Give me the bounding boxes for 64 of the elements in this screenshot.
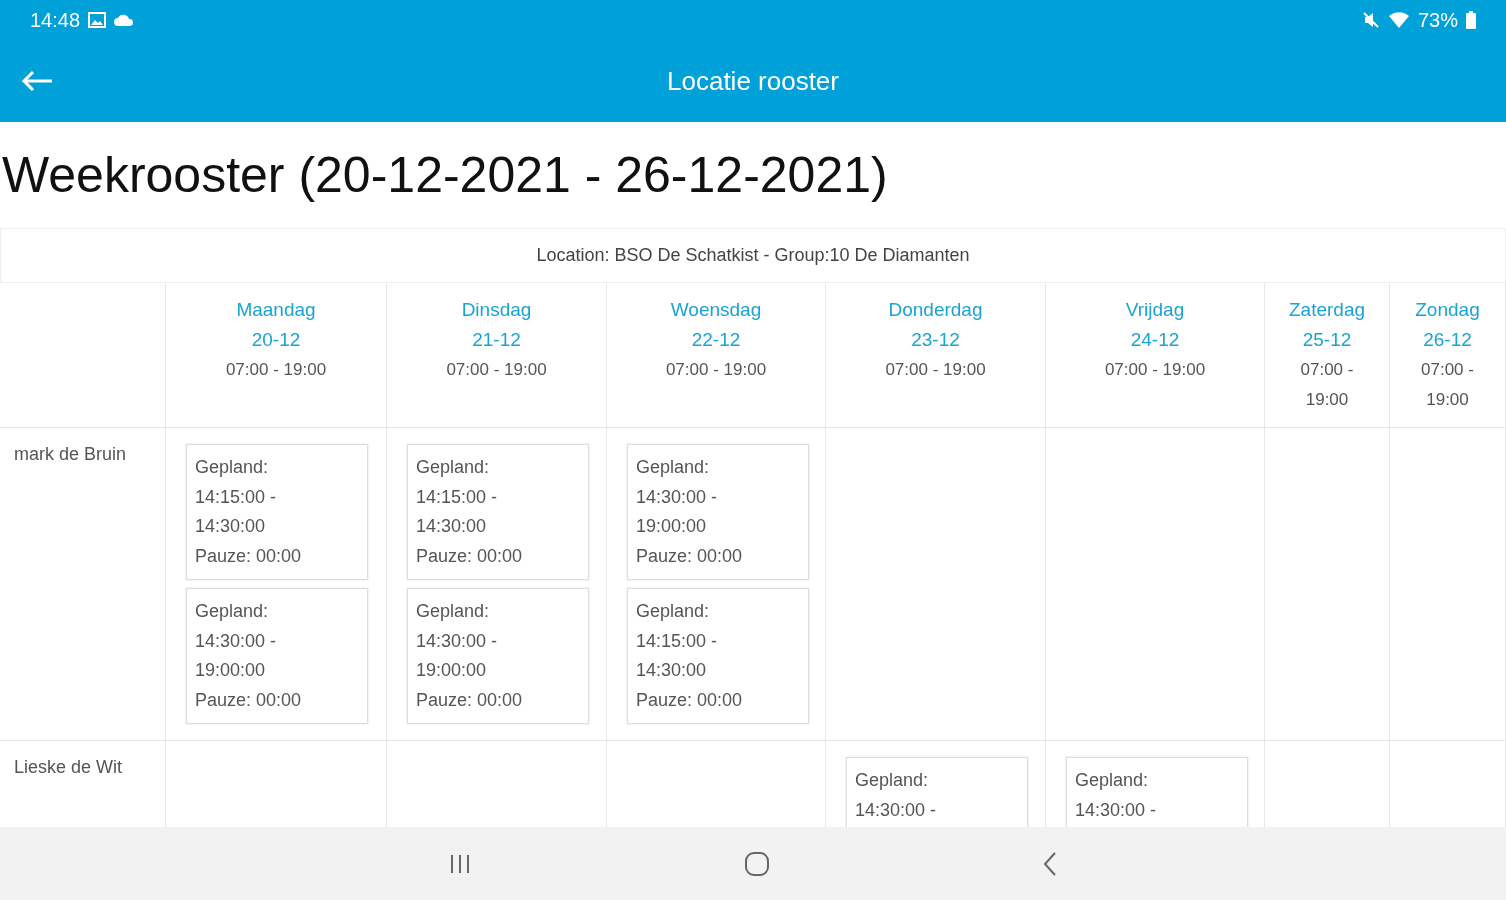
- shift-text: 19:00:00: [195, 659, 267, 682]
- location-label: Location: BSO De Schatkist - Group:10 De Diamanten: [0, 228, 1506, 283]
- shift-text: Gepland:: [855, 769, 930, 792]
- opening-hours: 07:00 - 19:00: [446, 359, 547, 381]
- home-icon: [744, 850, 770, 877]
- page-heading: Weekrooster (20-12-2021 - 26-12-2021): [1, 146, 889, 205]
- day-link[interactable]: Donderdag: [888, 295, 983, 325]
- shift-text: 14:30:00: [195, 515, 267, 538]
- shift-text: 14:15:00 -: [416, 485, 499, 509]
- shift-text: 14:30:00 -: [636, 485, 719, 509]
- battery-icon: [1466, 11, 1476, 29]
- shift-text: Pauze: 00:00: [416, 688, 524, 712]
- shift-text: Pauze: 00:00: [416, 544, 524, 568]
- date-link[interactable]: 25-12: [1302, 325, 1352, 355]
- shift-text: Gepland:: [416, 456, 491, 479]
- shift-text: 14:30:00 -: [1075, 798, 1158, 822]
- shift-text: 14:30:00 -: [195, 629, 278, 653]
- opening-hours: 07:00 - 19:00: [1104, 359, 1206, 381]
- recent-apps-icon: [448, 852, 472, 875]
- date-link[interactable]: 20-12: [251, 325, 301, 355]
- wifi-icon: [1387, 11, 1410, 29]
- shift-text: Gepland:: [1075, 769, 1150, 792]
- shift-text: Pauze: 00:00: [195, 544, 303, 568]
- date-link[interactable]: 26-12: [1423, 325, 1472, 355]
- back-arrow-icon: [20, 69, 54, 93]
- employee-name: mark de Bruin: [0, 428, 166, 741]
- shift-text: 14:30:00: [416, 515, 488, 538]
- opening-hours: 07:00 - 19:00: [225, 359, 327, 381]
- day-link[interactable]: Woensdag: [670, 295, 762, 325]
- day-link[interactable]: Zaterdag: [1288, 295, 1365, 325]
- shift-text: Pauze: 00:00: [636, 544, 744, 568]
- shift-text: Pauze: 00:00: [636, 688, 744, 712]
- shift-text: 14:15:00 -: [636, 629, 719, 653]
- shift-text: Pauze: 00:00: [195, 688, 303, 712]
- chevron-left-icon: [1042, 850, 1058, 877]
- shift-text: Gepland:: [416, 600, 491, 623]
- shift-text: 14:15:00 -: [195, 485, 278, 509]
- day-link[interactable]: Dinsdag: [461, 295, 532, 325]
- shift-text: Gepland:: [195, 600, 270, 623]
- shift-text: 14:30:00: [636, 659, 708, 682]
- screen-title: Locatie rooster: [666, 65, 840, 97]
- mute-icon: [1361, 11, 1380, 29]
- shift-text: 19:00:00: [636, 515, 708, 538]
- battery-level: 73%: [1417, 8, 1458, 32]
- clock: 14:48: [30, 8, 81, 32]
- shift-text: 14:30:00 -: [855, 798, 938, 822]
- opening-hours: 07:00 - 19:00: [665, 359, 767, 381]
- date-link[interactable]: 24-12: [1130, 325, 1180, 355]
- opening-hours: 07:00 - 19:00: [885, 359, 986, 381]
- image-icon: [88, 12, 107, 28]
- opening-hours: 07:00 - 19:00: [1420, 359, 1475, 411]
- day-link[interactable]: Maandag: [236, 295, 316, 325]
- cloud-icon: [114, 14, 135, 26]
- day-link[interactable]: Vrijdag: [1125, 295, 1185, 325]
- day-link[interactable]: Zondag: [1415, 295, 1480, 325]
- date-link[interactable]: 21-12: [472, 325, 521, 355]
- shift-text: Gepland:: [636, 456, 711, 479]
- opening-hours: 07:00 - 19:00: [1299, 359, 1355, 411]
- date-link[interactable]: 22-12: [691, 325, 741, 355]
- shift-text: Gepland:: [636, 600, 711, 623]
- shift-text: 19:00:00: [416, 659, 488, 682]
- shift-text: 14:30:00 -: [416, 629, 499, 653]
- date-link[interactable]: 23-12: [911, 325, 960, 355]
- shift-text: Gepland:: [195, 456, 270, 479]
